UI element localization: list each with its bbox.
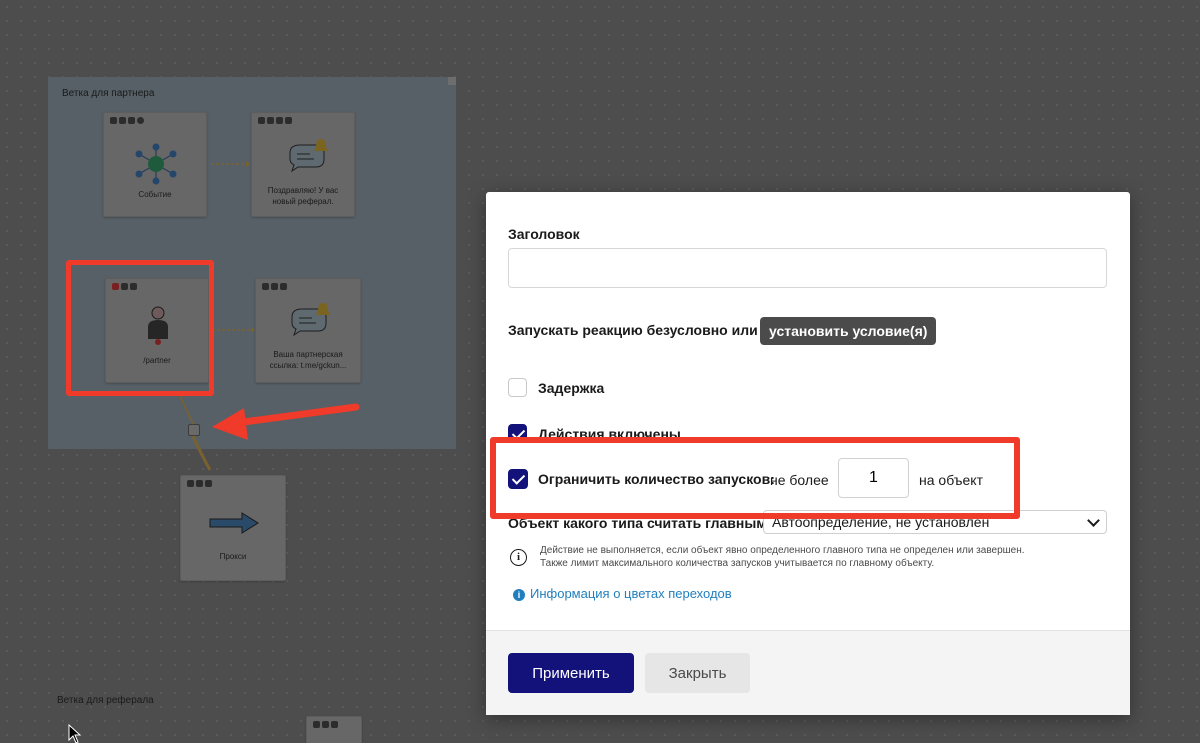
close-button[interactable]: Закрыть bbox=[645, 653, 750, 693]
info-link-label: Информация о цветах переходов bbox=[530, 586, 732, 601]
mouse-cursor-icon bbox=[68, 724, 82, 743]
note-line-1: Действие не выполняется, если объект явн… bbox=[540, 545, 1025, 556]
title-input[interactable] bbox=[508, 248, 1107, 288]
transition-colors-info-link[interactable]: i Информация о цветах переходов bbox=[513, 586, 732, 601]
info-outline-icon: i bbox=[510, 549, 527, 566]
info-icon: i bbox=[513, 589, 525, 601]
object-type-note: Действие не выполняется, если объект явн… bbox=[540, 544, 1100, 570]
highlight-frame-limit bbox=[490, 437, 1020, 519]
modal-body: Заголовок Запускать реакцию безусловно и… bbox=[486, 192, 1130, 630]
delay-label: Задержка bbox=[538, 380, 605, 396]
highlight-frame-partner bbox=[66, 260, 214, 396]
set-condition-button[interactable]: установить условие(я) bbox=[760, 317, 937, 345]
modal-footer: Применить Закрыть bbox=[486, 630, 1130, 715]
condition-label: Запускать реакцию безусловно или bbox=[508, 322, 758, 338]
note-line-2: Также лимит максимального количества зап… bbox=[540, 558, 935, 569]
title-label: Заголовок bbox=[508, 226, 580, 242]
delay-checkbox[interactable] bbox=[508, 378, 527, 397]
apply-button[interactable]: Применить bbox=[508, 653, 634, 693]
chevron-down-icon bbox=[1087, 514, 1100, 527]
annotation-arrow bbox=[212, 403, 360, 440]
